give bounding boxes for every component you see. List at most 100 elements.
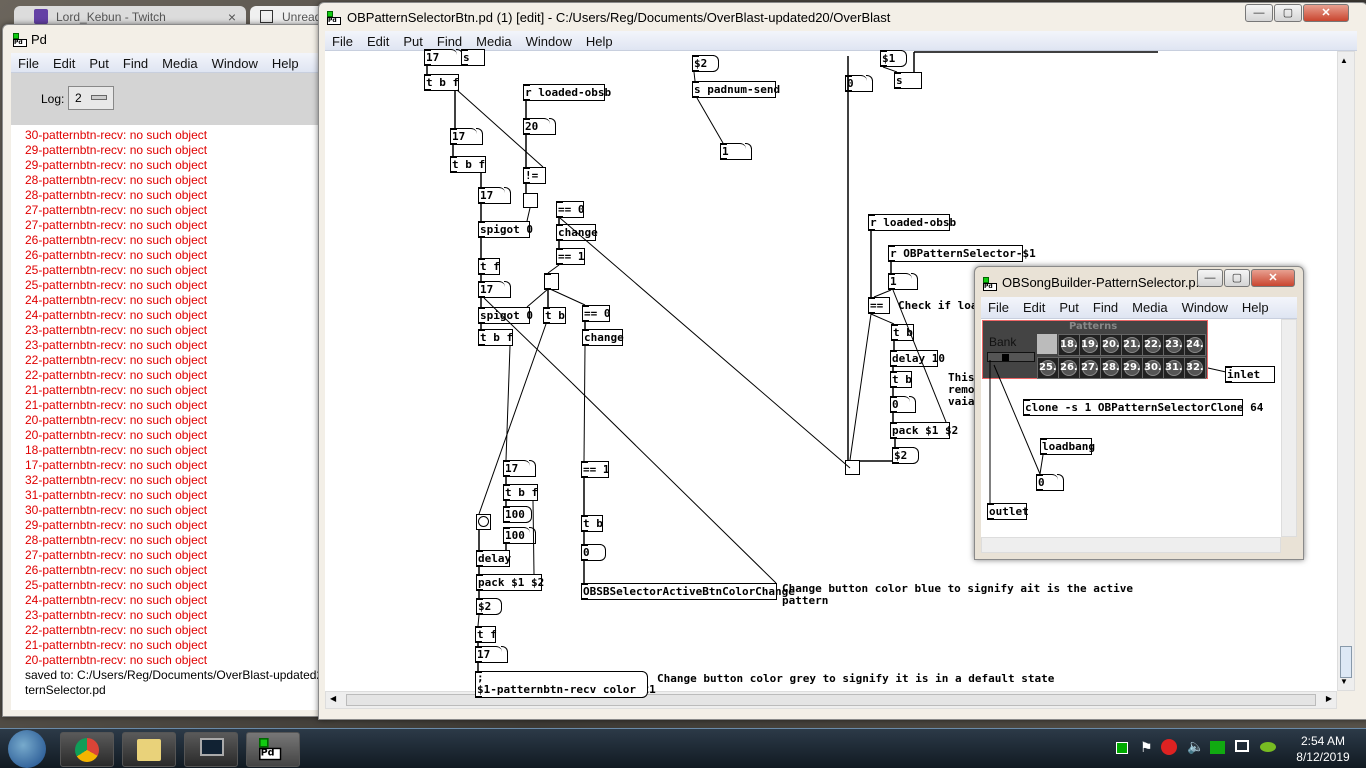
pd-object[interactable]: r loaded-obsb xyxy=(523,84,611,101)
menu-item-media[interactable]: Media xyxy=(469,31,518,50)
pattern-button[interactable]: 18. xyxy=(1058,334,1080,356)
pd-number-box[interactable]: 17 xyxy=(424,49,463,66)
pd-object[interactable]: t b f xyxy=(503,484,538,501)
vertical-scrollbar[interactable] xyxy=(1281,319,1297,537)
pd-object[interactable]: == 1 xyxy=(581,461,610,478)
action-center-flag-icon[interactable]: ⚑ xyxy=(1140,739,1153,756)
pd-object[interactable]: OBSBSelectorActiveBtnColorChange xyxy=(581,583,795,600)
menu-item-put[interactable]: Put xyxy=(82,53,116,72)
menu-item-window[interactable]: Window xyxy=(205,53,265,72)
tray-meter-icon[interactable] xyxy=(1116,742,1128,754)
menu-item-edit[interactable]: Edit xyxy=(360,31,396,50)
pattern-button[interactable]: 32. xyxy=(1184,357,1206,379)
pd-message-box[interactable]: 100 xyxy=(503,506,532,523)
pattern-button[interactable]: 28. xyxy=(1100,357,1122,379)
pattern-button[interactable]: 29. xyxy=(1121,357,1143,379)
pd-message-box[interactable]: ; $1-patternbtn-recv color 21 xyxy=(475,671,656,698)
taskbar-chrome[interactable] xyxy=(60,732,114,767)
taskbar-explorer[interactable] xyxy=(122,732,176,767)
pd-number-box[interactable]: 0 xyxy=(1036,474,1064,491)
pd-object[interactable]: t b xyxy=(581,515,603,532)
menu-item-window[interactable]: Window xyxy=(519,31,579,50)
pd-object[interactable]: r loaded-obsb xyxy=(868,214,956,231)
menu-item-help[interactable]: Help xyxy=(579,31,620,50)
pd-object[interactable]: pack $1 $2 xyxy=(476,574,544,591)
pd-object[interactable]: t b xyxy=(890,371,912,388)
pd-object[interactable]: change xyxy=(556,224,598,241)
pd-number-box[interactable]: 20 xyxy=(523,118,556,135)
network-icon[interactable] xyxy=(1235,740,1249,752)
pd-number-box[interactable]: 0 xyxy=(890,396,916,413)
minimize-button[interactable]: — xyxy=(1245,4,1273,22)
toggle[interactable] xyxy=(845,460,860,475)
pattern-button[interactable]: 24. xyxy=(1184,334,1206,356)
start-button[interactable] xyxy=(8,730,46,768)
menu-item-media[interactable]: Media xyxy=(155,53,204,72)
maximize-button[interactable]: ▢ xyxy=(1274,4,1302,22)
scroll-thumb[interactable] xyxy=(1340,646,1352,678)
pd-object[interactable]: == xyxy=(868,297,890,314)
pd-number-box[interactable]: 17 xyxy=(478,281,511,298)
pd-message-box[interactable]: $2 xyxy=(892,447,919,464)
pd-object[interactable]: r OBPatternSelector-$1 xyxy=(888,245,1036,262)
pd-object[interactable] xyxy=(544,273,559,290)
volume-icon[interactable]: 🔈 xyxy=(1187,738,1204,755)
pd-message-box[interactable]: 0 xyxy=(581,544,606,561)
menu-item-media[interactable]: Media xyxy=(1125,297,1174,318)
pd-object[interactable]: == 1 xyxy=(556,248,585,265)
pd-object[interactable]: t b f xyxy=(424,74,459,91)
pd-object[interactable]: delay xyxy=(476,550,511,567)
pattern-button[interactable]: 25. xyxy=(1037,357,1059,379)
taskbar-system-monitor[interactable] xyxy=(184,732,238,767)
pd-object[interactable]: pack $1 $2 xyxy=(890,422,958,439)
scroll-right-icon[interactable]: ▶ xyxy=(1326,694,1332,703)
pd-number-box[interactable]: 1 xyxy=(888,273,918,290)
pd-object[interactable]: t b xyxy=(543,307,566,324)
pd-object[interactable]: inlet xyxy=(1225,366,1275,383)
taskbar-pd[interactable]: Pd xyxy=(246,732,300,767)
bank-radio[interactable] xyxy=(987,352,1035,362)
scroll-left-icon[interactable]: ◀ xyxy=(330,694,336,703)
menu-item-window[interactable]: Window xyxy=(1175,297,1235,318)
menu-item-help[interactable]: Help xyxy=(265,53,306,72)
pd-number-box[interactable]: 100 xyxy=(503,527,536,544)
pd-number-box[interactable]: 17 xyxy=(503,460,536,477)
clock[interactable]: 2:54 AM 8/12/2019 xyxy=(1288,733,1358,765)
pattern-button[interactable]: 26. xyxy=(1058,357,1080,379)
menu-item-file[interactable]: File xyxy=(325,31,360,50)
pd-object[interactable]: spigot 0 xyxy=(478,307,533,324)
pd-object[interactable]: spigot 0 xyxy=(478,221,533,238)
pd-object[interactable]: outlet xyxy=(987,503,1029,520)
pd-number-box[interactable]: 17 xyxy=(475,646,508,663)
scroll-up-icon[interactable]: ▲ xyxy=(1340,56,1348,65)
pattern-button[interactable]: 19. xyxy=(1079,334,1101,356)
pd-object[interactable]: s padnum-send xyxy=(692,81,780,98)
pd-object[interactable]: s xyxy=(894,72,922,89)
pattern-button[interactable]: 22. xyxy=(1142,334,1164,356)
vertical-scrollbar[interactable]: ▲ ▼ xyxy=(1337,51,1355,691)
minimize-button[interactable]: — xyxy=(1197,269,1223,287)
menu-item-find[interactable]: Find xyxy=(430,31,469,50)
pattern-button[interactable]: 23. xyxy=(1163,334,1185,356)
menu-item-help[interactable]: Help xyxy=(1235,297,1276,318)
pattern-button[interactable]: 31. xyxy=(1163,357,1185,379)
horizontal-scrollbar[interactable] xyxy=(981,537,1281,553)
pd-object[interactable]: delay 10 xyxy=(890,350,945,367)
toggle[interactable] xyxy=(523,193,538,208)
nvidia-icon[interactable] xyxy=(1260,742,1276,752)
pattern-button[interactable]: 27. xyxy=(1079,357,1101,379)
pd-object[interactable]: t f xyxy=(475,626,497,643)
tray-app-icon[interactable] xyxy=(1161,739,1177,755)
menu-item-find[interactable]: Find xyxy=(116,53,155,72)
pd-object[interactable]: t b f xyxy=(450,156,486,173)
pd-object[interactable]: == 0 xyxy=(582,305,611,322)
pd-object[interactable]: loadbang xyxy=(1040,438,1095,455)
menu-item-put[interactable]: Put xyxy=(396,31,430,50)
pd-object[interactable]: t f xyxy=(478,258,500,275)
pd-object[interactable]: clone -s 1 OBPatternSelectorClone 64 xyxy=(1023,399,1263,416)
menu-item-edit[interactable]: Edit xyxy=(1016,297,1052,318)
close-button[interactable]: ✕ xyxy=(1251,269,1295,287)
pd-number-box[interactable]: 1 xyxy=(720,143,752,160)
pd-number-box[interactable]: 0 xyxy=(845,75,873,92)
pd-message-box[interactable]: $2 xyxy=(692,55,719,72)
